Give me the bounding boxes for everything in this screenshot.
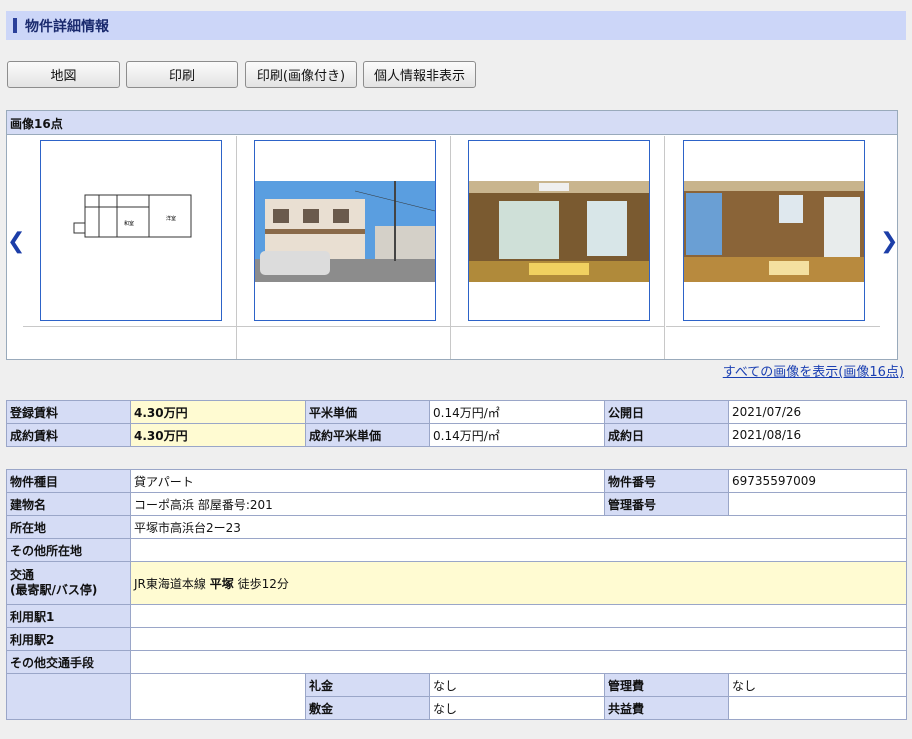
management-fee-label: 管理費 bbox=[604, 673, 730, 697]
show-all-images-link[interactable]: すべての画像を表示(画像16点) bbox=[723, 361, 904, 380]
image-gallery: 画像16点 ❮ ❯ 和室 洋室 bbox=[6, 110, 898, 360]
gallery-caption-cell bbox=[23, 326, 237, 359]
transport-label: 交通 (最寄駅/バス停) bbox=[6, 561, 131, 605]
floorplan-room-a: 和室 bbox=[124, 220, 134, 227]
reikin-value: なし bbox=[428, 673, 606, 697]
gallery-next-arrow-icon[interactable]: ❯ bbox=[880, 229, 898, 254]
title-bar-marker bbox=[13, 18, 17, 33]
building-name-label: 建物名 bbox=[6, 492, 131, 516]
gallery-cell bbox=[666, 136, 880, 326]
gallery-cell: 和室 洋室 bbox=[23, 136, 237, 326]
address-value: 平塚市高浜台2ー23 bbox=[129, 515, 908, 539]
management-number-value bbox=[728, 492, 908, 516]
reikin-label: 礼金 bbox=[305, 673, 430, 697]
building-name-value: コーポ高浜 部屋番号:201 bbox=[129, 492, 606, 516]
floorplan-image: 和室 洋室 bbox=[73, 194, 192, 238]
management-fee-value: なし bbox=[728, 673, 908, 697]
contract-rent-label: 成約賃料 bbox=[6, 423, 131, 447]
common-fee-label: 共益費 bbox=[604, 696, 730, 720]
contract-date-value: 2021/08/16 bbox=[728, 423, 907, 447]
transport-station: 平塚 bbox=[209, 576, 234, 591]
property-number-label: 物件番号 bbox=[604, 469, 730, 493]
hide-personal-info-button[interactable]: 個人情報非表示 bbox=[363, 61, 476, 88]
fees-group-label bbox=[6, 673, 131, 720]
unit-price-value: 0.14万円/㎡ bbox=[429, 400, 605, 424]
gallery-cell bbox=[237, 136, 451, 326]
common-fee-value bbox=[728, 696, 908, 720]
detail-table: 物件種目 貸アパート 物件番号 69735597009 建物名 コーポ高浜 部屋… bbox=[6, 469, 908, 720]
transport-line: JR東海道本線 bbox=[134, 576, 206, 591]
unit-price-label: 平米単価 bbox=[305, 400, 430, 424]
page-title: 物件詳細情報 bbox=[6, 11, 906, 40]
reg-rent-value: 4.30万円 bbox=[130, 400, 306, 424]
contract-unit-label: 成約平米単価 bbox=[305, 423, 430, 447]
address-label: 所在地 bbox=[6, 515, 131, 539]
transport-walk: 徒歩12分 bbox=[237, 576, 289, 591]
print-button[interactable]: 印刷 bbox=[126, 61, 238, 88]
reg-rent-label: 登録賃料 bbox=[6, 400, 131, 424]
station2-label: 利用駅2 bbox=[6, 627, 131, 651]
transport-label-line2: (最寄駅/バス停) bbox=[10, 583, 98, 597]
public-date-label: 公開日 bbox=[604, 400, 729, 424]
gallery-count: 画像16点 bbox=[10, 117, 63, 131]
gallery-header: 画像16点 bbox=[7, 111, 897, 135]
gallery-caption-cell bbox=[451, 326, 665, 359]
gallery-cell bbox=[451, 136, 665, 326]
print-with-images-button[interactable]: 印刷(画像付き) bbox=[245, 61, 357, 88]
exterior-photo bbox=[255, 181, 435, 282]
image-thumb-floorplan[interactable]: 和室 洋室 bbox=[40, 140, 222, 321]
page-title-text: 物件詳細情報 bbox=[25, 19, 109, 35]
transport-value: JR東海道本線 平塚 徒歩12分 bbox=[129, 561, 908, 605]
other-transport-value bbox=[129, 650, 908, 674]
station1-label: 利用駅1 bbox=[6, 604, 131, 628]
property-type-value: 貸アパート bbox=[129, 469, 606, 493]
image-thumb-exterior[interactable] bbox=[254, 140, 436, 321]
floorplan-room-b: 洋室 bbox=[166, 215, 176, 222]
shikikin-label: 敷金 bbox=[305, 696, 430, 720]
fees-group-blank bbox=[130, 673, 306, 720]
property-type-label: 物件種目 bbox=[6, 469, 131, 493]
other-address-value bbox=[129, 538, 908, 562]
transport-label-line1: 交通 bbox=[10, 568, 35, 582]
public-date-value: 2021/07/26 bbox=[728, 400, 907, 424]
interior-photo-1 bbox=[469, 181, 649, 282]
contract-unit-value: 0.14万円/㎡ bbox=[429, 423, 605, 447]
gallery-caption-cell bbox=[237, 326, 451, 359]
contract-rent-value: 4.30万円 bbox=[130, 423, 306, 447]
map-button[interactable]: 地図 bbox=[7, 61, 120, 88]
gallery-caption-cell bbox=[666, 326, 880, 359]
station2-value bbox=[129, 627, 908, 651]
shikikin-value: なし bbox=[428, 696, 606, 720]
other-address-label: その他所在地 bbox=[6, 538, 131, 562]
price-table: 登録賃料 4.30万円 平米単価 0.14万円/㎡ 公開日 2021/07/26… bbox=[6, 400, 907, 447]
station1-value bbox=[129, 604, 908, 628]
other-transport-label: その他交通手段 bbox=[6, 650, 131, 674]
property-number-value: 69735597009 bbox=[728, 469, 908, 493]
image-thumb-room-1[interactable] bbox=[468, 140, 650, 321]
management-number-label: 管理番号 bbox=[604, 492, 730, 516]
interior-photo-2 bbox=[684, 181, 864, 282]
contract-date-label: 成約日 bbox=[604, 423, 729, 447]
image-thumb-room-2[interactable] bbox=[683, 140, 865, 321]
